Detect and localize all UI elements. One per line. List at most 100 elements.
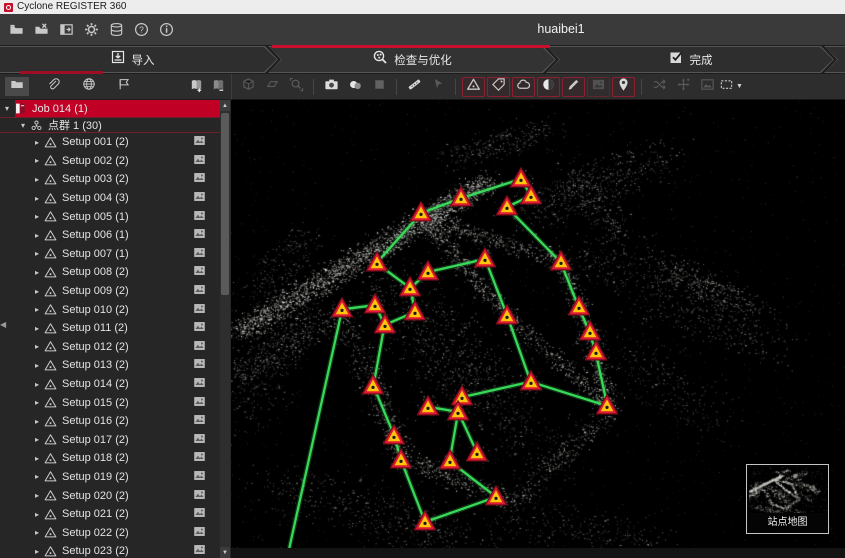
thumbnail-icon[interactable] [193, 413, 206, 429]
tree-item-setup[interactable]: ▸Setup 023 (2) [0, 542, 220, 558]
setup-marker-12[interactable] [364, 293, 387, 314]
tree-caret[interactable]: ▸ [32, 491, 42, 500]
setup-marker-2[interactable] [519, 184, 542, 205]
info-button[interactable] [158, 22, 174, 38]
camera-button[interactable] [320, 77, 342, 97]
stop-square-button[interactable] [368, 77, 390, 97]
tree-item-setup[interactable]: ▸Setup 008 (2) [0, 263, 220, 282]
thumbnail-icon[interactable] [193, 320, 206, 336]
thumbnail-icon[interactable] [193, 302, 206, 318]
tree-caret[interactable]: ▸ [32, 138, 42, 147]
bundle-remove-button[interactable] [210, 77, 227, 94]
setup-marker-14[interactable] [496, 304, 519, 325]
scroll-down-button[interactable]: ▼ [220, 547, 230, 558]
setup-marker-8[interactable] [549, 250, 572, 271]
thumbnail-icon[interactable] [193, 432, 206, 448]
setup-marker-7[interactable] [474, 247, 497, 268]
help-button[interactable]: ? [133, 22, 149, 38]
measure-ruler-button[interactable] [403, 77, 425, 97]
snapshot-image-button[interactable] [696, 77, 718, 97]
setup-marker-6[interactable] [365, 251, 388, 272]
thumbnail-icon[interactable] [193, 506, 206, 522]
tree-scrollbar[interactable]: ▲ ▼ [220, 100, 230, 558]
tree-caret[interactable]: ▸ [32, 194, 42, 203]
tree-caret[interactable]: ▸ [32, 510, 42, 519]
thumbnail-icon[interactable] [193, 395, 206, 411]
open-project-button[interactable] [8, 22, 24, 38]
setup-marker-20[interactable] [519, 370, 542, 391]
workflow-tab-1[interactable]: 导入 [0, 46, 278, 73]
point-cloud-viewport[interactable]: 站点地图 [231, 100, 845, 548]
tree-caret[interactable]: ▸ [32, 435, 42, 444]
thumbnail-icon[interactable] [193, 450, 206, 466]
tree-item-setup[interactable]: ▸Setup 003 (2) [0, 170, 220, 189]
zoom-region-button[interactable] [285, 77, 307, 97]
workflow-tab-2[interactable]: 检查与优化 [268, 46, 556, 73]
thumbnail-icon[interactable] [193, 525, 206, 541]
tree-caret[interactable]: ▸ [32, 156, 42, 165]
tree-caret[interactable]: ▸ [32, 287, 42, 296]
setup-marker-27[interactable] [438, 449, 461, 470]
thumbnail-icon[interactable] [193, 376, 206, 392]
sidebar-tab-folder[interactable] [5, 77, 29, 96]
tree-caret[interactable]: ▸ [32, 249, 42, 258]
tree-item-setup[interactable]: ▸Setup 007 (1) [0, 245, 220, 264]
tree-caret[interactable]: ▸ [32, 175, 42, 184]
cloud-button[interactable] [512, 77, 535, 97]
thumbnail-icon[interactable] [193, 246, 206, 262]
tree-item-setup[interactable]: ▸Setup 018 (2) [0, 449, 220, 468]
setup-marker-10[interactable] [399, 276, 422, 297]
setup-marker-22[interactable] [417, 395, 440, 416]
thumbnail-icon[interactable] [193, 469, 206, 485]
tree-item-setup[interactable]: ▸Setup 022 (2) [0, 523, 220, 542]
shuffle-links-button[interactable] [648, 77, 670, 97]
tree-item-setup[interactable]: ▸Setup 019 (2) [0, 468, 220, 487]
thumbnail-icon[interactable] [193, 134, 206, 150]
tree-item-setup[interactable]: ▸Setup 017 (2) [0, 431, 220, 450]
setup-marker-5[interactable] [410, 201, 433, 222]
annotate-pencil-button[interactable] [562, 77, 585, 97]
setup-marker-18[interactable] [584, 340, 607, 361]
tree-caret[interactable]: ▸ [32, 268, 42, 277]
tree-item-setup[interactable]: ▸Setup 016 (2) [0, 412, 220, 431]
tree-item-setup[interactable]: ▸Setup 021 (2) [0, 505, 220, 524]
thumbnail-icon[interactable] [193, 543, 206, 558]
tree-item-setup[interactable]: ▸Setup 015 (2) [0, 393, 220, 412]
workflow-tab-3[interactable]: 完成 [546, 46, 834, 73]
tree-caret[interactable]: ▾ [2, 104, 12, 113]
setup-marker-17[interactable] [578, 320, 601, 341]
tree-caret[interactable]: ▸ [32, 454, 42, 463]
tree-caret[interactable]: ▸ [32, 305, 42, 314]
sidebar-collapse-handle[interactable]: ◀ [0, 320, 6, 329]
setup-marker-button[interactable] [462, 77, 485, 97]
tree-caret[interactable]: ▸ [32, 472, 42, 481]
thumbnail-icon[interactable] [193, 171, 206, 187]
tree-item-setup[interactable]: ▸Setup 009 (2) [0, 282, 220, 301]
tree-item-setup[interactable]: ▸Setup 012 (2) [0, 338, 220, 357]
tree-caret[interactable]: ▸ [32, 361, 42, 370]
move-axes-button[interactable] [672, 77, 694, 97]
tree-caret[interactable]: ▾ [18, 121, 28, 130]
sidebar-tab-paperclip[interactable] [41, 77, 65, 96]
tree-caret[interactable]: ▸ [32, 324, 42, 333]
site-map-panel[interactable]: 站点地图 [746, 464, 829, 534]
tree-caret[interactable]: ▸ [32, 528, 42, 537]
tree-caret[interactable]: ▸ [32, 380, 42, 389]
scrollbar-thumb[interactable] [221, 113, 229, 295]
tree-item-setup[interactable]: ▸Setup 002 (2) [0, 152, 220, 171]
setup-marker-25[interactable] [383, 424, 406, 445]
tree-item-setup[interactable]: ▸Setup 011 (2) [0, 319, 220, 338]
layers-circles-button[interactable] [344, 77, 366, 97]
bundle-add-button[interactable] [188, 77, 205, 94]
plane-view-button[interactable] [261, 77, 283, 97]
setup-marker-30[interactable] [414, 510, 437, 531]
tree-item-cluster[interactable]: ▾点群 1 (30) [0, 117, 220, 133]
rect-select-button[interactable]: ▼ [720, 77, 742, 97]
tree-caret[interactable]: ▸ [32, 342, 42, 351]
pick-pointer-button[interactable] [427, 77, 449, 97]
map-pin-button[interactable] [612, 77, 635, 97]
setup-marker-4[interactable] [495, 195, 518, 216]
setup-marker-16[interactable] [373, 313, 396, 334]
close-project-button[interactable] [33, 22, 49, 38]
thumbnail-icon[interactable] [193, 264, 206, 280]
